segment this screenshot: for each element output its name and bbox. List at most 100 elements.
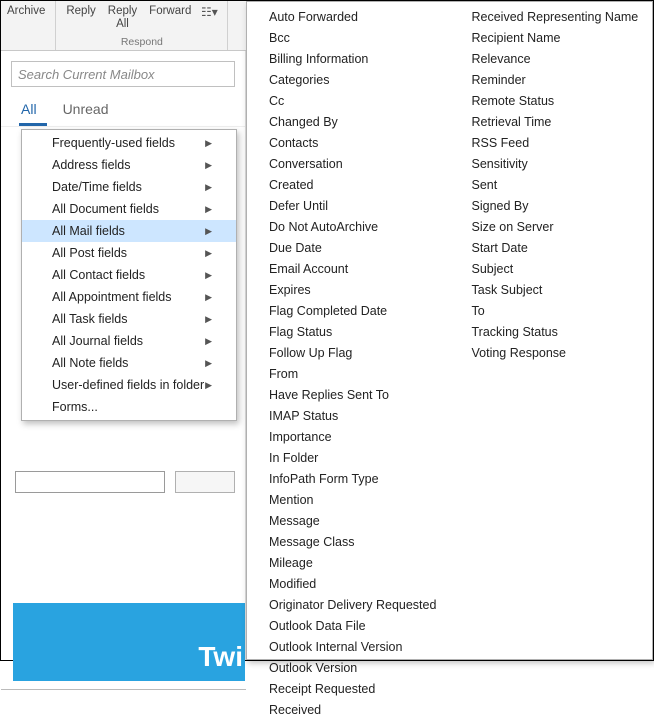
field-category-label: All Task fields bbox=[52, 312, 128, 326]
mail-field-item[interactable]: Remote Status bbox=[450, 90, 653, 111]
chevron-right-icon: ▶ bbox=[205, 182, 212, 193]
mail-field-item[interactable]: Importance bbox=[247, 426, 450, 447]
divider bbox=[1, 689, 246, 690]
mail-field-item[interactable]: Due Date bbox=[247, 237, 450, 258]
chevron-right-icon: ▶ bbox=[205, 314, 212, 325]
tab-all[interactable]: All bbox=[19, 97, 47, 126]
respond-group-label: Respond bbox=[56, 36, 227, 48]
mail-field-item[interactable]: Do Not AutoArchive bbox=[247, 216, 450, 237]
mail-field-item[interactable]: RSS Feed bbox=[450, 132, 653, 153]
mail-field-item[interactable]: Outlook Version bbox=[247, 657, 450, 678]
mail-field-item[interactable]: Tracking Status bbox=[450, 321, 653, 342]
mail-field-item[interactable]: Originator Delivery Requested bbox=[247, 594, 450, 615]
mail-fields-submenu: Auto ForwardedBccBilling InformationCate… bbox=[246, 1, 653, 660]
mail-field-item[interactable]: Modified bbox=[247, 573, 450, 594]
mail-field-item[interactable]: Defer Until bbox=[247, 195, 450, 216]
field-category-label: Frequently-used fields bbox=[52, 136, 175, 150]
field-category-label: All Note fields bbox=[52, 356, 128, 370]
mail-field-item[interactable]: Conversation bbox=[247, 153, 450, 174]
mail-field-item[interactable]: Outlook Internal Version bbox=[247, 636, 450, 657]
mail-field-item[interactable]: Recipient Name bbox=[450, 27, 653, 48]
mail-field-item[interactable]: Start Date bbox=[450, 237, 653, 258]
mail-field-item[interactable]: Received Representing Name bbox=[450, 6, 653, 27]
tab-unread[interactable]: Unread bbox=[61, 97, 119, 126]
field-category-item[interactable]: All Task fields ▶ bbox=[22, 308, 236, 330]
mail-field-item[interactable]: Categories bbox=[247, 69, 450, 90]
chevron-right-icon: ▶ bbox=[205, 204, 212, 215]
field-category-item[interactable]: All Appointment fields▶ bbox=[22, 286, 236, 308]
chevron-right-icon: ▶ bbox=[205, 380, 212, 391]
mail-field-item[interactable]: Expires bbox=[247, 279, 450, 300]
mail-field-item[interactable]: To bbox=[450, 300, 653, 321]
mail-field-item[interactable]: Size on Server bbox=[450, 216, 653, 237]
reply-all-label-2: All bbox=[108, 18, 137, 31]
mail-field-item[interactable]: Task Subject bbox=[450, 279, 653, 300]
chevron-right-icon: ▶ bbox=[205, 226, 212, 237]
archive-button[interactable]: Archive bbox=[1, 3, 51, 18]
mail-field-item[interactable]: Reminder bbox=[450, 69, 653, 90]
more-respond-icon[interactable]: ☷▾ bbox=[197, 3, 221, 21]
mail-field-item[interactable]: Flag Completed Date bbox=[247, 300, 450, 321]
reply-label: Reply bbox=[66, 5, 95, 18]
field-category-item[interactable]: Address fields▶ bbox=[22, 154, 236, 176]
mail-field-item[interactable]: In Folder bbox=[247, 447, 450, 468]
mail-fields-col-1: Auto ForwardedBccBilling InformationCate… bbox=[247, 2, 450, 659]
reply-button[interactable]: Reply bbox=[60, 3, 101, 18]
field-category-label: All Journal fields bbox=[52, 334, 143, 348]
mail-field-item[interactable]: Sent bbox=[450, 174, 653, 195]
chevron-right-icon: ▶ bbox=[205, 138, 212, 149]
mail-field-item[interactable]: Receipt Requested bbox=[247, 678, 450, 699]
mail-field-item[interactable]: Email Account bbox=[247, 258, 450, 279]
field-category-label: All Appointment fields bbox=[52, 290, 172, 304]
forward-button[interactable]: Forward bbox=[143, 3, 197, 18]
field-input-row bbox=[15, 471, 235, 493]
mail-field-item[interactable]: IMAP Status bbox=[247, 405, 450, 426]
mail-field-item[interactable]: Flag Status bbox=[247, 321, 450, 342]
field-category-menu: Frequently-used fields ▶ Address fields▶Da… bbox=[21, 129, 237, 421]
mail-field-item[interactable]: InfoPath Form Type bbox=[247, 468, 450, 489]
mail-field-item[interactable]: Have Replies Sent To bbox=[247, 384, 450, 405]
mail-field-item[interactable]: Message bbox=[247, 510, 450, 531]
field-category-item[interactable]: All Journal fields▶ bbox=[22, 330, 236, 352]
field-category-item[interactable]: All Note fields▶ bbox=[22, 352, 236, 374]
field-category-label: All Contact fields bbox=[52, 268, 145, 282]
field-text-input[interactable] bbox=[15, 471, 165, 493]
field-category-label: All Mail fields bbox=[52, 224, 125, 238]
reply-all-button[interactable]: Reply All bbox=[102, 3, 143, 31]
mail-field-item[interactable]: Created bbox=[247, 174, 450, 195]
mail-field-item[interactable]: Retrieval Time bbox=[450, 111, 653, 132]
mail-field-item[interactable]: Voting Response bbox=[450, 342, 653, 363]
mail-field-item[interactable]: Changed By bbox=[247, 111, 450, 132]
field-category-item[interactable]: All Post fields ▶ bbox=[22, 242, 236, 264]
mail-field-item[interactable]: Sensitivity bbox=[450, 153, 653, 174]
mail-field-item[interactable]: Signed By bbox=[450, 195, 653, 216]
mail-field-item[interactable]: Contacts bbox=[247, 132, 450, 153]
field-category-label: All Post fields bbox=[52, 246, 127, 260]
mail-field-item[interactable]: Outlook Data File bbox=[247, 615, 450, 636]
field-category-item[interactable]: All Document fields▶ bbox=[22, 198, 236, 220]
mail-field-item[interactable]: Message Class bbox=[247, 531, 450, 552]
mail-field-item[interactable]: Cc bbox=[247, 90, 450, 111]
archive-label: Archive bbox=[7, 5, 45, 18]
mail-field-item[interactable]: Auto Forwarded bbox=[247, 6, 450, 27]
field-action-button[interactable] bbox=[175, 471, 235, 493]
mail-field-item[interactable]: Follow Up Flag bbox=[247, 342, 450, 363]
field-category-item[interactable]: Forms... bbox=[22, 396, 236, 418]
mail-field-item[interactable]: Billing Information bbox=[247, 48, 450, 69]
field-category-item[interactable]: Date/Time fields▶ bbox=[22, 176, 236, 198]
mail-field-item[interactable]: Mention bbox=[247, 489, 450, 510]
field-category-label: Forms... bbox=[52, 400, 98, 414]
mail-field-item[interactable]: Received bbox=[247, 699, 450, 720]
search-input[interactable]: Search Current Mailbox bbox=[11, 61, 235, 87]
mail-field-item[interactable]: Subject bbox=[450, 258, 653, 279]
mail-field-item[interactable]: Bcc bbox=[247, 27, 450, 48]
mail-field-item[interactable]: Relevance bbox=[450, 48, 653, 69]
mail-field-item[interactable]: From bbox=[247, 363, 450, 384]
forward-label: Forward bbox=[149, 5, 191, 18]
chevron-right-icon: ▶ bbox=[205, 248, 212, 259]
field-category-item[interactable]: User-defined fields in folder▶ bbox=[22, 374, 236, 396]
field-category-item[interactable]: All Contact fields▶ bbox=[22, 264, 236, 286]
field-category-item[interactable]: Frequently-used fields ▶ bbox=[22, 132, 236, 154]
field-category-item[interactable]: All Mail fields ▶ bbox=[22, 220, 236, 242]
mail-field-item[interactable]: Mileage bbox=[247, 552, 450, 573]
